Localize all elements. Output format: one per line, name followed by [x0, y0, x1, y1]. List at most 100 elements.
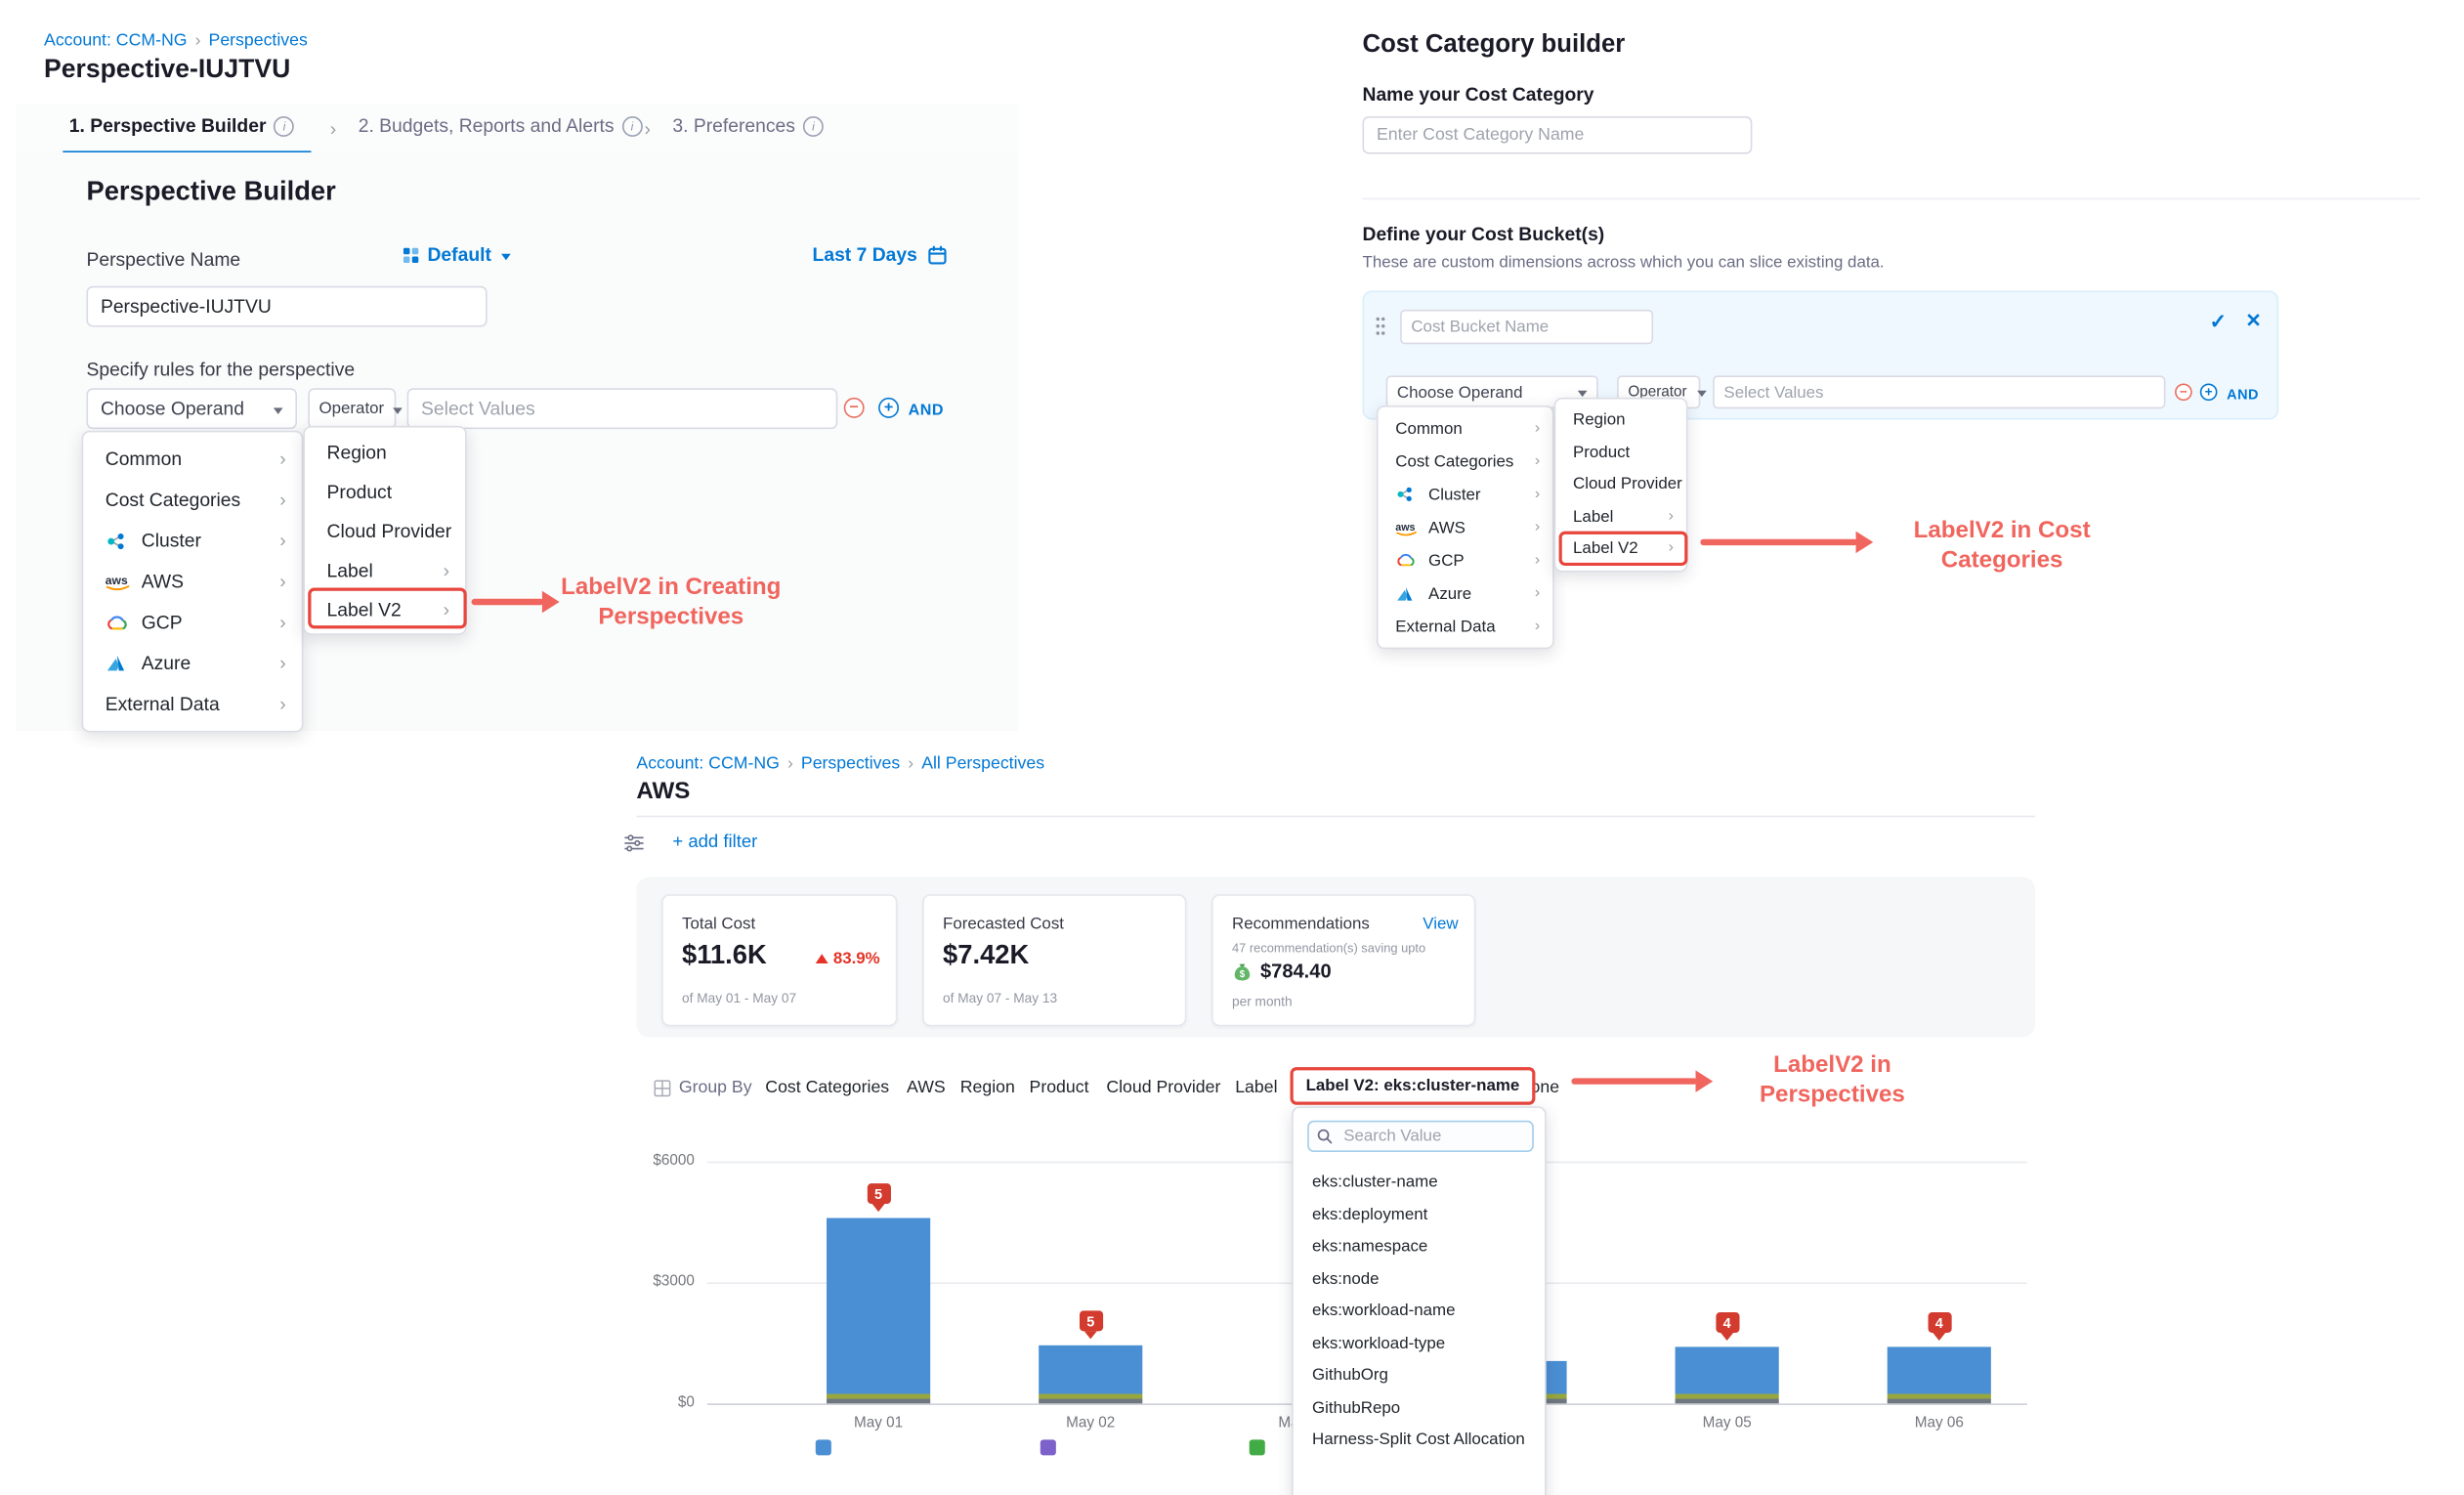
anomaly-marker[interactable]: 5 [1079, 1310, 1102, 1331]
group-by-region[interactable]: Region [960, 1078, 1015, 1096]
bar-may-06[interactable] [1888, 1346, 1991, 1403]
select-values-input[interactable] [1713, 375, 2165, 408]
recommendations-label: Recommendations [1232, 915, 1370, 933]
legend-swatch[interactable] [1041, 1439, 1056, 1455]
group-by-label-dim[interactable]: Label [1235, 1078, 1277, 1096]
menu-item-common[interactable]: Common› [1379, 411, 1553, 445]
group-by-product[interactable]: Product [1030, 1078, 1089, 1096]
filter-icon[interactable] [624, 834, 645, 852]
svg-text:aws: aws [106, 574, 128, 587]
total-cost-value: $11.6K [682, 940, 767, 971]
cost-bucket-panel: ✓ ✕ Choose Operand Operator − + AND [1363, 291, 2279, 420]
anomaly-marker[interactable]: 4 [1928, 1312, 1951, 1333]
bar-may-05[interactable] [1676, 1346, 1779, 1403]
breadcrumb-perspectives-link[interactable]: Perspectives [209, 31, 308, 50]
menu-item-aws[interactable]: aws AWS› [83, 561, 302, 602]
menu-item-gcp[interactable]: GCP› [83, 602, 302, 643]
breadcrumb-perspectives-link[interactable]: Perspectives [801, 754, 900, 773]
menu-item-external-data[interactable]: External Data› [83, 684, 302, 725]
breadcrumb-account-link[interactable]: Account: CCM-NG [44, 31, 187, 50]
chevron-down-icon [1696, 391, 1706, 402]
annotation-arrow [1571, 1078, 1697, 1084]
group-by-grid-icon [654, 1080, 671, 1097]
dropdown-option[interactable]: eks:cluster-name [1294, 1166, 1545, 1198]
remove-rule-icon[interactable]: − [2175, 383, 2192, 401]
operator-select[interactable]: Operator [308, 388, 396, 429]
tab-preferences[interactable]: 3. Preferences i [672, 114, 823, 137]
common-submenu: Region Product Cloud Provider Label› Lab… [1554, 398, 1688, 572]
submenu-item-cloud-provider[interactable]: Cloud Provider [305, 511, 465, 550]
menu-item-cluster[interactable]: Cluster› [83, 520, 302, 561]
menu-item-azure[interactable]: Azure› [1379, 577, 1553, 610]
dropdown-option[interactable]: eks:workload-type [1294, 1327, 1545, 1359]
dropdown-option[interactable]: GithubRepo [1294, 1391, 1545, 1424]
group-by-aws[interactable]: AWS [907, 1078, 946, 1096]
operand-menu: Common› Cost Categories› Cluster› aws AW… [82, 431, 304, 733]
menu-item-external-data[interactable]: External Data› [1379, 610, 1553, 643]
submenu-item-region[interactable]: Region [305, 432, 465, 471]
menu-item-gcp[interactable]: GCP› [1379, 544, 1553, 577]
breadcrumb-all-perspectives-link[interactable]: All Perspectives [921, 754, 1044, 773]
legend-swatch[interactable] [1250, 1439, 1265, 1455]
menu-item-cluster[interactable]: Cluster› [1379, 478, 1553, 511]
remove-rule-icon[interactable]: − [844, 398, 865, 418]
legend-swatch[interactable] [816, 1439, 831, 1455]
perspective-name-input[interactable] [86, 286, 487, 327]
group-by-cloud-provider[interactable]: Cloud Provider [1106, 1078, 1220, 1096]
dropdown-option[interactable]: eks:namespace [1294, 1230, 1545, 1262]
submenu-item-region[interactable]: Region [1555, 404, 1685, 436]
dropdown-option[interactable]: eks:node [1294, 1262, 1545, 1295]
submenu-item-product[interactable]: Product [305, 472, 465, 511]
operand-select[interactable]: Choose Operand [86, 388, 297, 429]
check-icon[interactable]: ✓ [2209, 310, 2227, 335]
calendar-icon [926, 244, 947, 265]
and-operator-label[interactable]: AND [909, 403, 944, 420]
add-filter-button[interactable]: + add filter [672, 833, 757, 851]
annotation-arrow [1700, 539, 1857, 545]
x-axis-label: May 05 [1664, 1415, 1790, 1432]
breadcrumb-account-link[interactable]: Account: CCM-NG [636, 754, 779, 773]
submenu-item-label[interactable]: Label› [1555, 500, 1685, 533]
dropdown-option[interactable]: Harness-Split Cost Allocation [1294, 1424, 1545, 1456]
close-icon[interactable]: ✕ [2245, 310, 2261, 332]
group-by-label-v2-selected[interactable]: Label V2: eks:cluster-name [1291, 1067, 1536, 1105]
tab-budgets-reports-alerts[interactable]: 2. Budgets, Reports and Alerts i [359, 114, 643, 137]
tab-perspective-builder[interactable]: 1. Perspective Builder i [69, 114, 295, 137]
x-axis-label: May 01 [816, 1415, 942, 1432]
cost-bucket-name-input[interactable] [1400, 310, 1653, 344]
date-range-selector[interactable]: Last 7 Days [813, 243, 948, 266]
view-selector[interactable]: Default [403, 243, 510, 266]
bar-may-02[interactable] [1039, 1346, 1142, 1404]
select-values-input[interactable] [407, 388, 838, 429]
menu-item-common[interactable]: Common› [83, 439, 302, 480]
menu-item-cost-categories[interactable]: Cost Categories› [83, 480, 302, 521]
add-rule-icon[interactable]: + [878, 398, 899, 418]
add-rule-icon[interactable]: + [2200, 383, 2218, 401]
submenu-item-label-v2[interactable]: Label V2› [305, 589, 465, 628]
dropdown-option[interactable]: eks:workload-name [1294, 1295, 1545, 1327]
submenu-item-label-v2[interactable]: Label V2› [1555, 533, 1685, 565]
bar-may-01[interactable] [827, 1218, 930, 1404]
dropdown-option[interactable]: eks:deployment [1294, 1198, 1545, 1230]
view-recommendations-link[interactable]: View [1423, 915, 1458, 933]
menu-item-cost-categories[interactable]: Cost Categories› [1379, 445, 1553, 478]
cost-category-name-input[interactable] [1363, 116, 1753, 154]
menu-item-aws[interactable]: aws AWS› [1379, 511, 1553, 544]
submenu-item-product[interactable]: Product [1555, 436, 1685, 468]
menu-item-azure[interactable]: Azure› [83, 643, 302, 684]
annotation-text-cost-categories: LabelV2 in Cost Categories [1886, 516, 2118, 576]
search-value-input[interactable] [1307, 1121, 1534, 1152]
chevron-right-icon: › [1535, 487, 1540, 502]
drag-handle-icon[interactable] [1375, 316, 1385, 336]
anomaly-marker[interactable]: 4 [1716, 1312, 1739, 1333]
and-operator-label[interactable]: AND [2227, 387, 2259, 403]
submenu-item-label[interactable]: Label› [305, 550, 465, 589]
submenu-item-cloud-provider[interactable]: Cloud Provider [1555, 468, 1685, 500]
chevron-right-icon: › [279, 695, 285, 713]
chevron-right-icon: › [1535, 520, 1540, 535]
dropdown-option[interactable]: GithubOrg [1294, 1359, 1545, 1391]
chevron-right-icon: › [279, 572, 285, 590]
group-by-cost-categories[interactable]: Cost Categories [765, 1078, 889, 1096]
x-axis-label: May 06 [1876, 1415, 2002, 1432]
anomaly-marker[interactable]: 5 [867, 1183, 890, 1204]
